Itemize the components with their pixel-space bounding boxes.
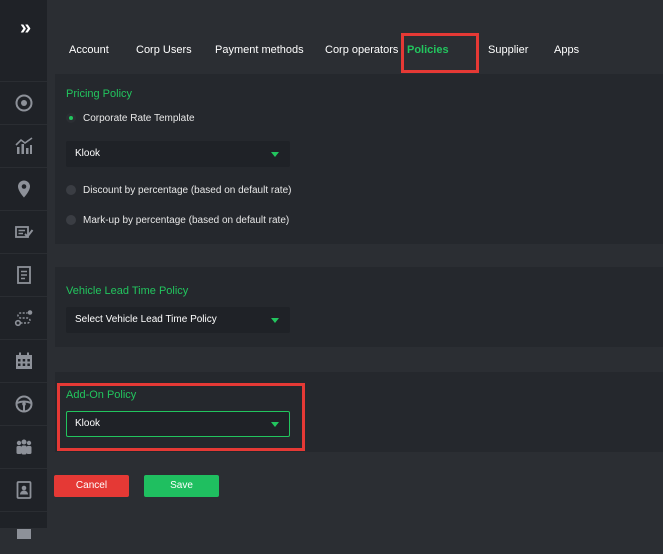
vehicle-lead-time-select[interactable]: Select Vehicle Lead Time Policy xyxy=(66,307,290,333)
briefcase-icon xyxy=(16,529,31,539)
radio-corporate-rate-template[interactable]: Corporate Rate Template xyxy=(66,110,195,126)
sidebar-item-more[interactable] xyxy=(0,511,47,554)
checklist-icon xyxy=(14,226,33,239)
sidebar-item-tasks[interactable] xyxy=(0,210,47,253)
expand-sidebar-icon[interactable]: » xyxy=(0,0,47,56)
add-on-policy-highlight xyxy=(57,383,305,451)
route-icon xyxy=(14,310,32,327)
sidebar-item-locations[interactable] xyxy=(0,167,47,210)
radio-label: Discount by percentage (based on default… xyxy=(83,184,292,196)
sidebar-item-contacts[interactable] xyxy=(0,468,47,511)
tab-corp-users[interactable]: Corp Users xyxy=(136,30,192,70)
radio-discount-percentage[interactable]: Discount by percentage (based on default… xyxy=(66,182,291,198)
radio-selected-icon xyxy=(66,113,76,123)
chart-icon xyxy=(14,137,32,154)
radio-markup-percentage[interactable]: Mark-up by percentage (based on default … xyxy=(66,212,289,228)
radio-label: Mark-up by percentage (based on default … xyxy=(83,214,290,226)
target-icon xyxy=(15,94,32,112)
sidebar: » xyxy=(0,0,47,539)
steering-wheel-icon xyxy=(15,395,32,413)
chevron-down-icon xyxy=(271,318,279,323)
sidebar-item-calendar[interactable] xyxy=(0,339,47,382)
users-icon xyxy=(16,439,31,455)
radio-unselected-icon xyxy=(66,185,76,195)
tab-bar: Account Corp Users Payment methods Corp … xyxy=(47,30,663,70)
policies-tab-highlight xyxy=(401,33,479,73)
location-pin-icon xyxy=(17,180,30,198)
pricing-policy-title: Pricing Policy xyxy=(66,88,133,100)
tab-supplier[interactable]: Supplier xyxy=(488,30,528,70)
vehicle-lead-time-title: Vehicle Lead Time Policy xyxy=(66,285,189,297)
tab-apps[interactable]: Apps xyxy=(554,30,579,70)
chevron-down-icon xyxy=(271,152,279,157)
select-value: Select Vehicle Lead Time Policy xyxy=(75,314,217,325)
cancel-button[interactable]: Cancel xyxy=(54,475,129,497)
save-button[interactable]: Save xyxy=(144,475,219,497)
rate-template-select[interactable]: Klook xyxy=(66,141,290,167)
select-value: Klook xyxy=(75,148,101,159)
calendar-icon xyxy=(15,352,32,369)
radio-label: Corporate Rate Template xyxy=(83,112,195,124)
tab-payment-methods[interactable]: Payment methods xyxy=(215,30,304,70)
sidebar-item-dashboard[interactable] xyxy=(0,81,47,124)
sidebar-item-reports[interactable] xyxy=(0,124,47,167)
document-icon xyxy=(16,266,31,284)
sidebar-item-users[interactable] xyxy=(0,425,47,468)
sidebar-item-invoices[interactable] xyxy=(0,253,47,296)
tab-account[interactable]: Account xyxy=(69,30,109,70)
sidebar-item-drivers[interactable] xyxy=(0,382,47,425)
radio-unselected-icon xyxy=(66,215,76,225)
tab-corp-operators[interactable]: Corp operators xyxy=(325,30,398,70)
contact-card-icon xyxy=(16,481,31,499)
sidebar-item-routes[interactable] xyxy=(0,296,47,339)
